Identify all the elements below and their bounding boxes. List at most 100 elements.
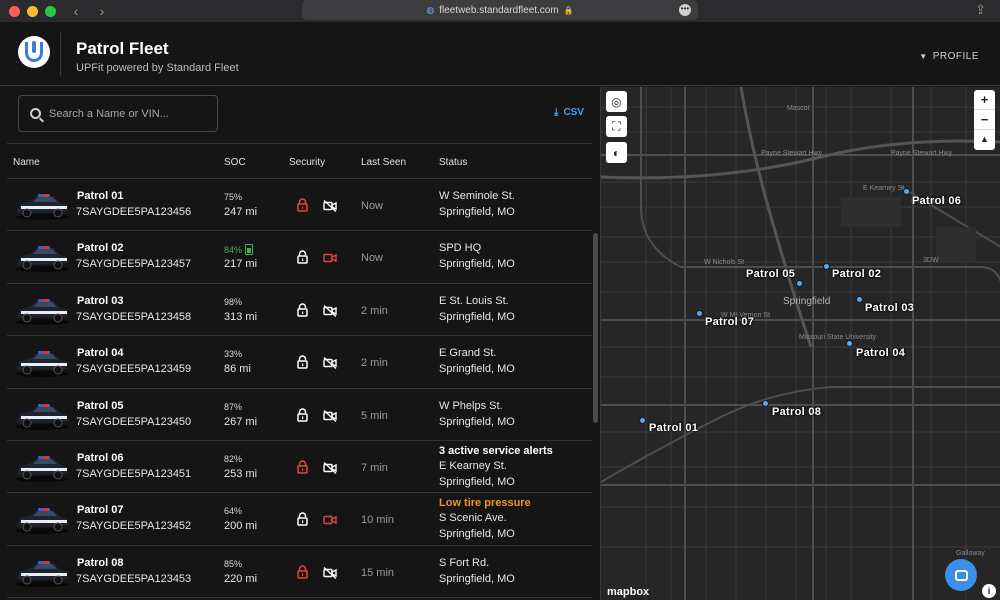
search-input[interactable] [49, 107, 209, 120]
vehicle-vin: 7SAYGDEE5PA123457 [76, 258, 192, 271]
status-city: Springfield, MO [439, 415, 515, 428]
column-header-soc[interactable]: SOC [224, 157, 246, 168]
police-car-icon [13, 402, 71, 430]
lock-icon: 🔒 [563, 5, 574, 15]
range-value: 253 mi [224, 467, 258, 480]
map-label-hwy-east: Payne Stewart Hwy [891, 150, 953, 157]
camera-off-icon[interactable] [323, 356, 337, 370]
soc-percent: 85% [224, 559, 242, 569]
status-alert[interactable]: Low tire pressure [439, 497, 531, 509]
vehicle-vin: 7SAYGDEE5PA123453 [76, 572, 192, 585]
range-value: 247 mi [224, 206, 258, 218]
table-row[interactable]: Patrol 05 7SAYGDEE5PA123450 87% 267 mi 5 min… [7, 389, 592, 441]
profile-menu[interactable]: ▼ PROFILE [919, 51, 979, 62]
map-marker-label: Patrol 01 [649, 422, 699, 434]
lock-open-icon[interactable] [297, 355, 308, 369]
share-icon[interactable]: ⇪ [975, 2, 986, 18]
camera-off-icon[interactable] [323, 461, 337, 474]
browser-chrome: ‹ › ◍ fleetweb.standardfleet.com 🔒 ••• ⇪ [0, 0, 1000, 22]
status-city: Springfield, MO [439, 572, 515, 585]
map-marker-patrol-07[interactable] [696, 310, 703, 317]
header-divider [60, 32, 61, 76]
back-button[interactable]: ‹ [70, 3, 82, 19]
status-city: Springfield, MO [439, 528, 515, 541]
camera-off-icon[interactable] [323, 409, 337, 422]
close-window-button[interactable] [9, 5, 20, 17]
url-text: fleetweb.standardfleet.com [439, 4, 559, 16]
table-row[interactable]: Patrol 01 7SAYGDEE5PA123456 75% 247 mi Now W … [7, 179, 592, 232]
camera-icon[interactable] [323, 251, 337, 263]
map-marker-label: Patrol 06 [912, 195, 962, 207]
table-row[interactable]: Patrol 07 7SAYGDEE5PA123452 64% 200 mi 10 mi… [7, 493, 592, 546]
map-marker-patrol-01[interactable] [639, 417, 646, 424]
expand-icon: ⛶ [612, 119, 621, 133]
map-style-button[interactable]: ◐ [606, 142, 627, 163]
minimize-window-button[interactable] [27, 5, 38, 17]
police-car-icon [13, 349, 71, 378]
table-row[interactable]: Patrol 04 7SAYGDEE5PA123459 33% 86 mi 2 min E… [7, 336, 592, 389]
vehicle-name: Patrol 06 [77, 451, 124, 464]
mapbox-logo[interactable]: mapbox [607, 586, 649, 598]
app-header: Patrol Fleet UPFit powered by Standard F… [0, 22, 1000, 86]
map-label-mascot: Mascot [787, 105, 810, 112]
map-marker-patrol-04[interactable] [846, 340, 853, 347]
lock-open-icon[interactable] [297, 512, 308, 527]
forward-button[interactable]: › [96, 3, 108, 19]
lock-closed-icon[interactable] [297, 198, 308, 212]
vehicle-name: Patrol 04 [77, 347, 124, 360]
zoom-in-button[interactable]: + [974, 90, 995, 110]
csv-download-button[interactable]: ⤓ CSV [554, 107, 584, 118]
table-row[interactable]: Patrol 06 7SAYGDEE5PA123451 82% 253 mi 7 min… [7, 441, 592, 494]
column-header-security[interactable]: Security [289, 157, 325, 168]
compass-button[interactable]: ▲ [974, 130, 995, 150]
table-row[interactable]: Patrol 08 7SAYGDEE5PA123453 85% 220 mi 15 mi… [7, 546, 592, 599]
lock-open-icon[interactable] [297, 303, 308, 317]
zoom-out-button[interactable]: − [974, 110, 995, 130]
chat-button[interactable] [945, 559, 977, 591]
maximize-window-button[interactable] [45, 5, 56, 17]
column-header-status[interactable]: Status [439, 157, 467, 168]
fit-bounds-button[interactable]: ⛶ [606, 116, 627, 137]
status-street: S Scenic Ave. [439, 512, 507, 525]
camera-off-icon[interactable] [323, 566, 337, 579]
camera-off-icon[interactable] [323, 199, 337, 213]
info-icon[interactable]: i [982, 584, 996, 598]
status-street: E Grand St. [439, 347, 497, 360]
map-marker-label: Patrol 05 [746, 268, 796, 280]
column-header-name[interactable]: Name [13, 157, 40, 168]
vehicle-vin: 7SAYGDEE5PA123452 [76, 520, 192, 533]
last-seen: 5 min [361, 409, 388, 422]
list-scrollbar[interactable] [593, 233, 598, 423]
locate-button[interactable]: ◎ [606, 91, 627, 112]
soc-percent-value: 64% [224, 506, 243, 517]
lock-closed-icon[interactable] [297, 565, 308, 579]
status-alert[interactable]: 3 active service alerts [439, 445, 553, 457]
search-icon [30, 108, 41, 119]
police-car-icon [13, 454, 71, 482]
lock-open-icon[interactable] [297, 250, 308, 265]
address-bar[interactable]: ◍ fleetweb.standardfleet.com 🔒 ••• [302, 0, 698, 20]
map-marker-patrol-05[interactable] [796, 280, 803, 287]
last-seen: Now [361, 252, 384, 265]
lock-open-icon[interactable] [297, 407, 308, 422]
target-icon: ◎ [611, 94, 622, 109]
soc-percent: 82% [224, 454, 242, 464]
status-street: SPD HQ [439, 242, 482, 255]
status-street: W Seminole St. [439, 190, 515, 202]
lock-closed-icon[interactable] [297, 460, 308, 474]
table-row[interactable]: Patrol 02 7SAYGDEE5PA123457 84% 217 mi Now SP… [7, 231, 592, 284]
map-marker-patrol-02[interactable] [823, 263, 830, 270]
table-row[interactable]: Patrol 03 7SAYGDEE5PA123458 98% 313 mi 2 min… [7, 284, 592, 337]
map-marker-patrol-06[interactable] [903, 188, 910, 195]
map-marker-patrol-08[interactable] [762, 400, 769, 407]
more-icon[interactable]: ••• [679, 4, 691, 16]
search-box[interactable] [18, 95, 218, 132]
camera-icon[interactable] [323, 513, 337, 525]
vehicle-vin: 7SAYGDEE5PA123458 [76, 310, 192, 323]
column-header-last-seen[interactable]: Last Seen [361, 157, 406, 168]
camera-off-icon[interactable] [323, 304, 337, 317]
fleet-map[interactable]: Mascot Payne Stewart Hwy Payne Stewart H… [600, 87, 1000, 600]
last-seen: 2 min [361, 304, 388, 317]
map-marker-patrol-03[interactable] [856, 296, 863, 303]
vehicle-name: Patrol 02 [77, 242, 124, 255]
